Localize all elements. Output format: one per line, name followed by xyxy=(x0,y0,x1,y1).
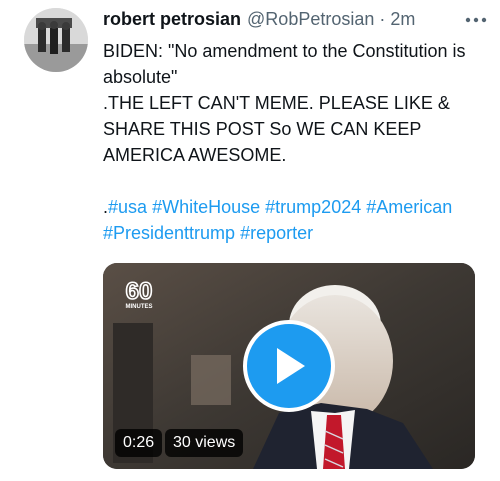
tweet-header: robert petrosian @RobPetrosian · 2m xyxy=(103,8,493,30)
author-handle[interactable]: @RobPetrosian xyxy=(247,8,374,30)
author-name[interactable]: robert petrosian xyxy=(103,8,241,30)
play-icon xyxy=(277,348,305,384)
logo-number: 60 xyxy=(126,278,153,305)
hashtag-link[interactable]: #reporter xyxy=(240,223,313,243)
logo-subtitle: MINUTES xyxy=(126,304,153,310)
separator: · xyxy=(379,9,386,29)
video-duration: 0:26 xyxy=(115,429,163,457)
view-count: 30 views xyxy=(165,429,244,457)
tweet-line: BIDEN: "No amendment to the Constitution… xyxy=(103,41,466,87)
hashtag-link[interactable]: #trump2024 xyxy=(265,197,361,217)
more-options-button[interactable] xyxy=(462,10,490,30)
play-button[interactable] xyxy=(243,320,335,412)
avatar[interactable] xyxy=(24,8,88,72)
video-player[interactable]: 60 MINUTES 0:26 30 views xyxy=(103,263,475,469)
hashtag-link[interactable]: #American xyxy=(366,197,452,217)
more-icon xyxy=(465,17,487,23)
avatar-image xyxy=(24,8,88,72)
hashtag-link[interactable]: #WhiteHouse xyxy=(152,197,260,217)
tweet-text: BIDEN: "No amendment to the Constitution… xyxy=(103,38,488,246)
tweet[interactable]: robert petrosian @RobPetrosian · 2m BIDE… xyxy=(0,0,500,481)
hashtag-link[interactable]: #Presidenttrump xyxy=(103,223,235,243)
timestamp[interactable]: 2m xyxy=(390,8,415,30)
hashtag-link[interactable]: #usa xyxy=(108,197,147,217)
60-minutes-logo: 60 MINUTES xyxy=(119,275,159,311)
tweet-line: .THE LEFT CAN'T MEME. PLEASE LIKE & SHAR… xyxy=(103,93,450,165)
hashtag-line: .#usa #WhiteHouse #trump2024 #American #… xyxy=(103,194,488,246)
line-spacer xyxy=(103,168,488,194)
